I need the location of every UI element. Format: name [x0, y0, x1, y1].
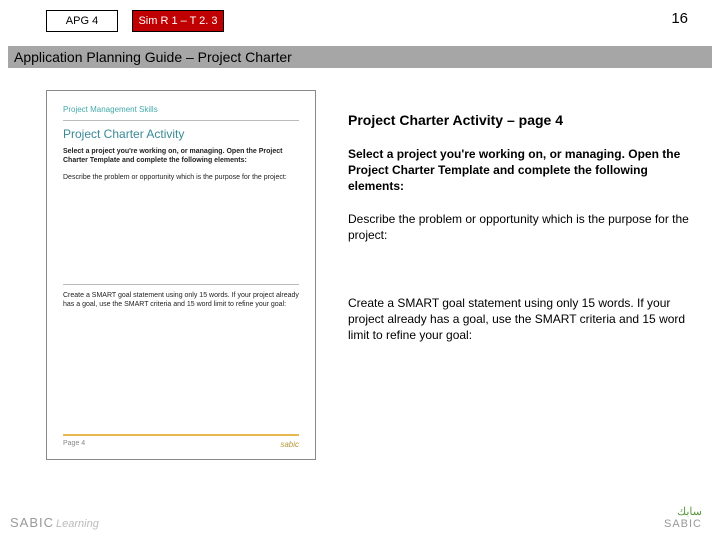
tag-apg: APG 4: [46, 10, 118, 32]
footer-right-english: SABIC: [664, 518, 702, 530]
thumb-heading: Project Charter Activity: [63, 127, 299, 141]
right-instruction-bold: Select a project you're working on, or m…: [348, 146, 692, 195]
footer-right-logo: سابك SABIC: [664, 505, 702, 530]
thumb-brand-logo: sabic: [280, 440, 299, 449]
footer-left-brand: SABIC: [10, 515, 54, 530]
footer-right-arabic: سابك: [664, 505, 702, 518]
document-thumbnail: Project Management Skills Project Charte…: [46, 90, 316, 460]
title-bar: Application Planning Guide – Project Cha…: [8, 46, 712, 68]
right-heading: Project Charter Activity – page 4: [348, 112, 692, 128]
thumb-prompt-1: Describe the problem or opportunity whic…: [63, 173, 299, 182]
thumb-footer: Page 4 sabic: [63, 434, 299, 449]
thumb-page-label: Page 4: [63, 440, 85, 449]
right-prompt-2: Create a SMART goal statement using only…: [348, 295, 692, 344]
thumb-subject: Project Management Skills: [63, 105, 299, 114]
right-column: Project Charter Activity – page 4 Select…: [348, 112, 692, 396]
thumb-instruction-bold: Select a project you're working on, or m…: [63, 147, 299, 165]
right-prompt-1: Describe the problem or opportunity whic…: [348, 211, 692, 243]
footer-left-sub: Learning: [56, 518, 99, 530]
slide-number: 16: [671, 10, 688, 27]
tag-sim: Sim R 1 – T 2. 3: [132, 10, 224, 32]
thumb-prompt-2: Create a SMART goal statement using only…: [63, 291, 299, 309]
slide: APG 4 Sim R 1 – T 2. 3 16 Application Pl…: [0, 0, 720, 540]
thumb-rule-mid: [63, 284, 299, 285]
footer-left-logo: SABIC Learning: [10, 515, 99, 530]
thumb-rule-top: [63, 120, 299, 121]
